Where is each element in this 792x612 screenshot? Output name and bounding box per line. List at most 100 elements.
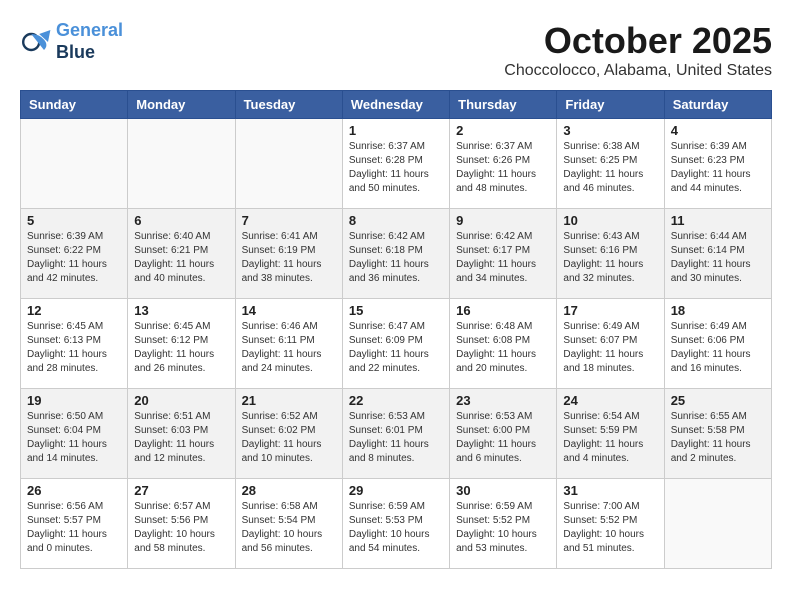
weekday-header: Thursday <box>450 91 557 119</box>
day-info: Sunrise: 6:38 AM Sunset: 6:25 PM Dayligh… <box>563 140 657 196</box>
day-number: 27 <box>134 483 228 498</box>
day-number: 30 <box>456 483 550 498</box>
day-number: 25 <box>671 393 765 408</box>
day-number: 5 <box>27 213 121 228</box>
day-number: 8 <box>349 213 443 228</box>
calendar-cell: 21 Sunrise: 6:52 AM Sunset: 6:02 PM Dayli… <box>235 389 342 479</box>
day-info: Sunrise: 6:37 AM Sunset: 6:28 PM Dayligh… <box>349 140 443 196</box>
day-number: 9 <box>456 213 550 228</box>
calendar-cell: 5Sunrise: 6:39 AM Sunset: 6:22 PM Daylig… <box>21 209 128 299</box>
day-number: 7 <box>242 213 336 228</box>
day-number: 3 <box>563 123 657 138</box>
calendar-cell: 6Sunrise: 6:40 AM Sunset: 6:21 PM Daylig… <box>128 209 235 299</box>
day-number: 18 <box>671 303 765 318</box>
calendar-cell: 13 Sunrise: 6:45 AM Sunset: 6:12 PM Dayli… <box>128 299 235 389</box>
calendar-cell: 29 Sunrise: 6:59 AM Sunset: 5:53 PM Dayli… <box>342 479 449 569</box>
calendar-cell <box>235 119 342 209</box>
calendar-cell: 18 Sunrise: 6:49 AM Sunset: 6:06 PM Dayli… <box>664 299 771 389</box>
day-info: Sunrise: 6:49 AM Sunset: 6:06 PM Dayligh… <box>671 320 765 376</box>
calendar-cell: 10 Sunrise: 6:43 AM Sunset: 6:16 PM Dayli… <box>557 209 664 299</box>
day-number: 10 <box>563 213 657 228</box>
calendar-cell: 25 Sunrise: 6:55 AM Sunset: 5:58 PM Dayli… <box>664 389 771 479</box>
day-info: Sunrise: 6:47 AM Sunset: 6:09 PM Dayligh… <box>349 320 443 376</box>
calendar-cell: 23Sunrise: 6:53 AM Sunset: 6:00 PM Dayli… <box>450 389 557 479</box>
day-number: 16 <box>456 303 550 318</box>
calendar-cell <box>664 479 771 569</box>
day-info: Sunrise: 6:45 AM Sunset: 6:12 PM Dayligh… <box>134 320 228 376</box>
calendar-cell <box>21 119 128 209</box>
day-info: Sunrise: 6:41 AM Sunset: 6:19 PM Dayligh… <box>242 230 336 286</box>
calendar-cell: 17 Sunrise: 6:49 AM Sunset: 6:07 PM Dayli… <box>557 299 664 389</box>
day-number: 21 <box>242 393 336 408</box>
calendar-cell: 7 Sunrise: 6:41 AM Sunset: 6:19 PM Daylig… <box>235 209 342 299</box>
day-info: Sunrise: 6:50 AM Sunset: 6:04 PM Dayligh… <box>27 410 121 466</box>
calendar-cell: 2 Sunrise: 6:37 AM Sunset: 6:26 PM Daylig… <box>450 119 557 209</box>
day-info: Sunrise: 6:44 AM Sunset: 6:14 PM Dayligh… <box>671 230 765 286</box>
logo: GeneralBlue <box>20 20 123 63</box>
day-info: Sunrise: 6:42 AM Sunset: 6:18 PM Dayligh… <box>349 230 443 286</box>
day-number: 29 <box>349 483 443 498</box>
day-number: 1 <box>349 123 443 138</box>
day-number: 13 <box>134 303 228 318</box>
calendar-cell: 1 Sunrise: 6:37 AM Sunset: 6:28 PM Daylig… <box>342 119 449 209</box>
calendar-cell: 24Sunrise: 6:54 AM Sunset: 5:59 PM Dayli… <box>557 389 664 479</box>
day-info: Sunrise: 6:37 AM Sunset: 6:26 PM Dayligh… <box>456 140 550 196</box>
day-number: 6 <box>134 213 228 228</box>
day-info: Sunrise: 6:54 AM Sunset: 5:59 PM Dayligh… <box>563 410 657 466</box>
logo-text: GeneralBlue <box>56 20 123 63</box>
weekday-header-row: SundayMondayTuesdayWednesdayThursdayFrid… <box>21 91 772 119</box>
day-info: Sunrise: 6:43 AM Sunset: 6:16 PM Dayligh… <box>563 230 657 286</box>
calendar-week-row: 26 Sunrise: 6:56 AM Sunset: 5:57 PM Dayli… <box>21 479 772 569</box>
calendar-cell: 28 Sunrise: 6:58 AM Sunset: 5:54 PM Dayli… <box>235 479 342 569</box>
day-number: 26 <box>27 483 121 498</box>
day-number: 17 <box>563 303 657 318</box>
day-info: Sunrise: 6:51 AM Sunset: 6:03 PM Dayligh… <box>134 410 228 466</box>
calendar-cell: 30 Sunrise: 6:59 AM Sunset: 5:52 PM Dayli… <box>450 479 557 569</box>
day-info: Sunrise: 7:00 AM Sunset: 5:52 PM Dayligh… <box>563 500 657 556</box>
calendar-cell: 19 Sunrise: 6:50 AM Sunset: 6:04 PM Dayli… <box>21 389 128 479</box>
calendar-week-row: 1 Sunrise: 6:37 AM Sunset: 6:28 PM Daylig… <box>21 119 772 209</box>
calendar-cell: 12Sunrise: 6:45 AM Sunset: 6:13 PM Dayli… <box>21 299 128 389</box>
day-info: Sunrise: 6:57 AM Sunset: 5:56 PM Dayligh… <box>134 500 228 556</box>
calendar-cell: 31 Sunrise: 7:00 AM Sunset: 5:52 PM Dayli… <box>557 479 664 569</box>
calendar-cell: 14Sunrise: 6:46 AM Sunset: 6:11 PM Dayli… <box>235 299 342 389</box>
weekday-header: Sunday <box>21 91 128 119</box>
day-number: 31 <box>563 483 657 498</box>
day-info: Sunrise: 6:59 AM Sunset: 5:53 PM Dayligh… <box>349 500 443 556</box>
calendar-table: SundayMondayTuesdayWednesdayThursdayFrid… <box>20 90 772 569</box>
calendar-cell: 27 Sunrise: 6:57 AM Sunset: 5:56 PM Dayli… <box>128 479 235 569</box>
day-info: Sunrise: 6:55 AM Sunset: 5:58 PM Dayligh… <box>671 410 765 466</box>
calendar-cell: 16 Sunrise: 6:48 AM Sunset: 6:08 PM Dayli… <box>450 299 557 389</box>
day-number: 2 <box>456 123 550 138</box>
day-info: Sunrise: 6:53 AM Sunset: 6:00 PM Dayligh… <box>456 410 550 466</box>
calendar-cell: 3 Sunrise: 6:38 AM Sunset: 6:25 PM Daylig… <box>557 119 664 209</box>
day-number: 28 <box>242 483 336 498</box>
day-info: Sunrise: 6:49 AM Sunset: 6:07 PM Dayligh… <box>563 320 657 376</box>
day-info: Sunrise: 6:48 AM Sunset: 6:08 PM Dayligh… <box>456 320 550 376</box>
location-title: Choccolocco, Alabama, United States <box>504 62 772 80</box>
calendar-cell: 8 Sunrise: 6:42 AM Sunset: 6:18 PM Daylig… <box>342 209 449 299</box>
month-title: October 2025 <box>504 20 772 62</box>
title-block: October 2025 Choccolocco, Alabama, Unite… <box>504 20 772 80</box>
calendar-cell: 11Sunrise: 6:44 AM Sunset: 6:14 PM Dayli… <box>664 209 771 299</box>
day-number: 19 <box>27 393 121 408</box>
day-info: Sunrise: 6:58 AM Sunset: 5:54 PM Dayligh… <box>242 500 336 556</box>
calendar-cell <box>128 119 235 209</box>
calendar-cell: 20Sunrise: 6:51 AM Sunset: 6:03 PM Dayli… <box>128 389 235 479</box>
calendar-cell: 15 Sunrise: 6:47 AM Sunset: 6:09 PM Dayli… <box>342 299 449 389</box>
day-number: 12 <box>27 303 121 318</box>
day-number: 4 <box>671 123 765 138</box>
day-info: Sunrise: 6:52 AM Sunset: 6:02 PM Dayligh… <box>242 410 336 466</box>
day-info: Sunrise: 6:42 AM Sunset: 6:17 PM Dayligh… <box>456 230 550 286</box>
day-number: 14 <box>242 303 336 318</box>
calendar-cell: 4 Sunrise: 6:39 AM Sunset: 6:23 PM Daylig… <box>664 119 771 209</box>
day-info: Sunrise: 6:53 AM Sunset: 6:01 PM Dayligh… <box>349 410 443 466</box>
day-info: Sunrise: 6:59 AM Sunset: 5:52 PM Dayligh… <box>456 500 550 556</box>
weekday-header: Friday <box>557 91 664 119</box>
weekday-header: Wednesday <box>342 91 449 119</box>
day-info: Sunrise: 6:56 AM Sunset: 5:57 PM Dayligh… <box>27 500 121 556</box>
day-number: 15 <box>349 303 443 318</box>
weekday-header: Saturday <box>664 91 771 119</box>
calendar-week-row: 19 Sunrise: 6:50 AM Sunset: 6:04 PM Dayli… <box>21 389 772 479</box>
day-info: Sunrise: 6:39 AM Sunset: 6:23 PM Dayligh… <box>671 140 765 196</box>
